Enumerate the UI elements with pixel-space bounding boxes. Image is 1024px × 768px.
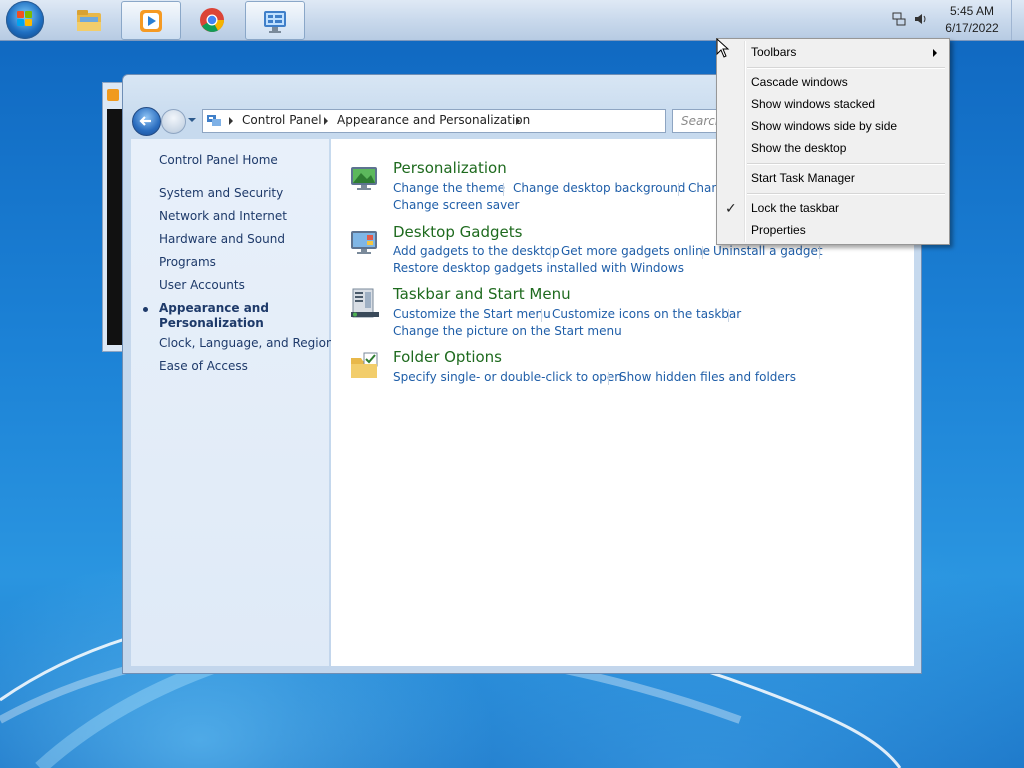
mouse-cursor-icon <box>716 38 730 58</box>
link-separator <box>541 309 542 322</box>
change-start-picture-link[interactable]: Change the picture on the Start menu <box>393 324 622 338</box>
desktop-gadgets-title[interactable]: Desktop Gadgets <box>393 223 522 241</box>
breadcrumb-appearance[interactable]: Appearance and Personalization <box>337 113 530 127</box>
menu-item-toolbars[interactable]: Toolbars <box>751 45 796 59</box>
taskbar-clock[interactable]: 5:45 AM 6/17/2022 <box>942 3 1002 37</box>
menu-separator <box>747 67 945 69</box>
media-player-icon <box>140 10 162 32</box>
link-separator <box>702 246 703 259</box>
link-separator <box>503 183 504 196</box>
menu-item-start-task-manager[interactable]: Start Task Manager <box>751 171 855 185</box>
taskbar: 5:45 AM 6/17/2022 <box>0 0 1024 41</box>
breadcrumb-arrow[interactable] <box>229 117 233 125</box>
current-item-bullet <box>143 307 148 312</box>
menu-item-cascade-windows[interactable]: Cascade windows <box>751 75 848 89</box>
control-panel-icon <box>207 115 221 126</box>
chrome-icon <box>200 8 225 32</box>
clock-time: 5:45 AM <box>949 4 995 18</box>
single-double-click-link[interactable]: Specify single- or double-click to open <box>393 370 622 384</box>
taskbar-context-menu: Toolbars Cascade windows Show windows st… <box>716 38 950 245</box>
taskbar-control-panel-button[interactable] <box>245 1 305 40</box>
add-gadgets-link[interactable]: Add gadgets to the desktop <box>393 244 560 258</box>
uninstall-gadget-link[interactable]: Uninstall a gadget <box>713 244 823 258</box>
menu-item-show-windows-side-by-side[interactable]: Show windows side by side <box>751 119 897 133</box>
menu-item-properties[interactable]: Properties <box>751 223 806 237</box>
menu-item-lock-taskbar[interactable]: Lock the taskbar <box>751 201 839 215</box>
show-hidden-files-link[interactable]: Show hidden files and folders <box>619 370 796 384</box>
forward-button[interactable] <box>161 109 186 134</box>
menu-gutter <box>744 41 746 242</box>
personalization-title[interactable]: Personalization <box>393 159 507 177</box>
left-navigation-pane: Control Panel Home System and Security N… <box>131 139 334 666</box>
nav-appearance-personalization-line1[interactable]: Appearance and <box>159 301 269 316</box>
menu-item-show-windows-stacked[interactable]: Show windows stacked <box>751 97 875 111</box>
media-player-icon <box>107 89 119 101</box>
change-theme-link[interactable]: Change the theme <box>393 181 505 195</box>
change-window-colors-link[interactable]: Chan <box>688 181 719 195</box>
nav-control-panel-home[interactable]: Control Panel Home <box>159 153 278 168</box>
menu-separator <box>747 193 945 195</box>
nav-programs[interactable]: Programs <box>159 255 216 270</box>
breadcrumb-arrow[interactable] <box>324 117 328 125</box>
desktop-gadgets-icon[interactable] <box>349 225 381 257</box>
restore-gadgets-link[interactable]: Restore desktop gadgets installed with W… <box>393 261 684 275</box>
windows-logo-icon <box>17 11 33 27</box>
nav-system-security[interactable]: System and Security <box>159 186 283 201</box>
link-separator <box>678 183 679 196</box>
network-icon[interactable] <box>892 12 906 26</box>
taskbar-chrome-button[interactable] <box>183 1 241 38</box>
control-panel-icon <box>264 11 286 33</box>
volume-icon[interactable] <box>914 12 928 26</box>
nav-clock-language-region[interactable]: Clock, Language, and Region <box>159 336 334 351</box>
folder-options-title[interactable]: Folder Options <box>393 348 502 366</box>
back-button[interactable] <box>132 107 161 136</box>
get-more-gadgets-link[interactable]: Get more gadgets online <box>561 244 710 258</box>
nav-appearance-personalization-line2[interactable]: Personalization <box>159 316 264 331</box>
clock-date: 6/17/2022 <box>945 21 999 35</box>
breadcrumb-arrow[interactable] <box>516 117 520 125</box>
link-separator <box>608 372 609 385</box>
link-separator <box>819 246 820 259</box>
menu-item-show-desktop[interactable]: Show the desktop <box>751 141 846 155</box>
taskbar-start-menu-icon[interactable] <box>349 287 381 319</box>
show-desktop-button[interactable] <box>1011 0 1024 40</box>
nav-ease-of-access[interactable]: Ease of Access <box>159 359 248 374</box>
explorer-icon <box>77 10 101 31</box>
change-screen-saver-link[interactable]: Change screen saver <box>393 198 520 212</box>
taskbar-explorer-button[interactable] <box>60 1 118 38</box>
nav-hardware-sound[interactable]: Hardware and Sound <box>159 232 285 247</box>
link-separator <box>728 309 729 322</box>
nav-network-internet[interactable]: Network and Internet <box>159 209 287 224</box>
breadcrumb-control-panel[interactable]: Control Panel <box>242 113 322 127</box>
personalization-icon[interactable] <box>349 161 381 193</box>
submenu-arrow-icon <box>933 49 937 57</box>
taskbar-media-player-button[interactable] <box>121 1 181 40</box>
recent-pages-dropdown[interactable] <box>187 115 197 125</box>
menu-separator <box>747 163 945 165</box>
nav-user-accounts[interactable]: User Accounts <box>159 278 245 293</box>
change-desktop-background-link[interactable]: Change desktop background <box>513 181 685 195</box>
arrow-left-icon <box>139 116 151 126</box>
link-separator <box>550 246 551 259</box>
folder-options-icon[interactable] <box>349 350 381 382</box>
start-button[interactable] <box>6 1 44 39</box>
address-bar[interactable]: Control Panel Appearance and Personaliza… <box>202 109 740 133</box>
checkmark-icon: ✓ <box>725 201 737 217</box>
customize-taskbar-icons-link[interactable]: Customize icons on the taskbar <box>552 307 741 321</box>
customize-start-menu-link[interactable]: Customize the Start menu <box>393 307 551 321</box>
taskbar-start-menu-title[interactable]: Taskbar and Start Menu <box>393 285 571 303</box>
